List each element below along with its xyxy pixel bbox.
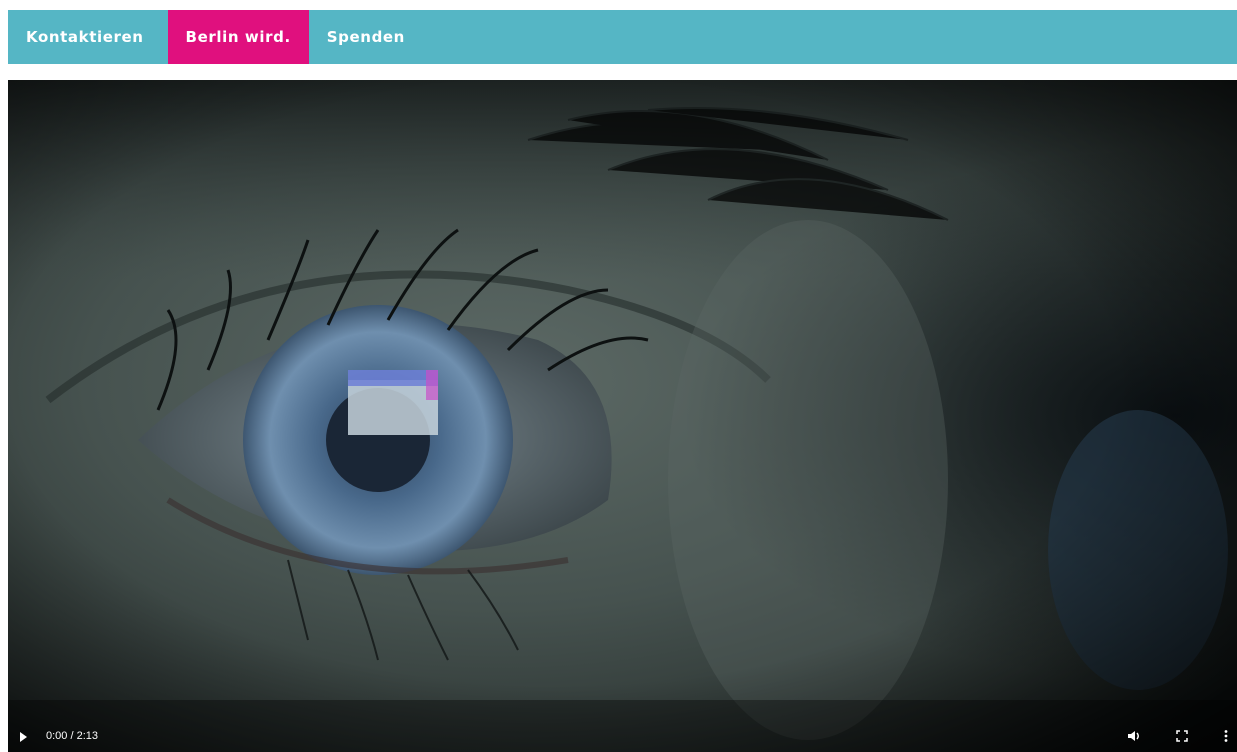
video-controls: 0:00 / 2:13: [8, 722, 1237, 752]
fullscreen-icon[interactable]: [1174, 728, 1190, 744]
video-time-display: 0:00 / 2:13: [46, 730, 98, 742]
nav-item-spenden[interactable]: Spenden: [309, 10, 423, 64]
video-frame-eye-closeup: [8, 80, 1237, 752]
nav-item-kontaktieren[interactable]: Kontaktieren: [8, 10, 168, 64]
video-player[interactable]: 0:00 / 2:13: [8, 80, 1237, 752]
nav-item-berlin-wird[interactable]: Berlin wird.: [167, 10, 309, 64]
more-options-icon[interactable]: [1218, 728, 1234, 744]
top-navigation: Kontaktieren Berlin wird. Spenden: [8, 10, 1237, 64]
volume-icon[interactable]: [1126, 728, 1142, 744]
play-icon[interactable]: [20, 732, 27, 742]
